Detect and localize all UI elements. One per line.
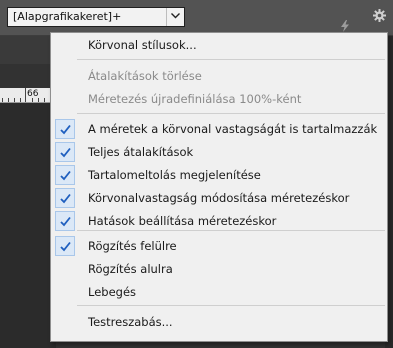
menu-item-label: Tartalomeltolás megjelenítése — [88, 168, 261, 182]
checkmark-icon — [55, 188, 75, 208]
style-options-menu: Körvonal stílusok... Átalakítások törlése… — [50, 32, 388, 342]
top-toolbar: [Alapgrafikakeret]+ — [0, 0, 393, 36]
menu-item-label: Átalakítások törlése — [88, 69, 202, 83]
menu-item-redefine-scaling: Méretezés újradefiniálása 100%-ként — [52, 88, 386, 110]
checkmark-icon — [55, 236, 75, 256]
menu-item-adjust-effects[interactable]: Hatások beállítása méretezéskor — [52, 210, 386, 232]
checkmark-icon — [55, 119, 75, 139]
lightning-icon[interactable] — [340, 20, 350, 32]
menu-item-dock-top[interactable]: Rögzítés felülre — [52, 235, 386, 257]
menu-item-label: Testreszabás... — [88, 315, 173, 329]
menu-item-label: Körvonalvastagság módosítása méretezésko… — [88, 191, 350, 205]
object-style-select[interactable]: [Alapgrafikakeret]+ — [7, 7, 185, 27]
chevron-down-icon — [171, 13, 180, 19]
menu-item-stroke-styles[interactable]: Körvonal stílusok... — [52, 34, 386, 56]
menu-item-label: Rögzítés alulra — [88, 262, 173, 276]
menu-item-label: Méretezés újradefiniálása 100%-ként — [88, 92, 302, 106]
menu-item-customize[interactable]: Testreszabás... — [52, 311, 386, 333]
menu-item-label: Teljes átalakítások — [88, 145, 194, 159]
menu-separator — [77, 113, 385, 114]
menu-item-dock-bottom[interactable]: Rögzítés alulra — [52, 258, 386, 280]
menu-item-label: Körvonal stílusok... — [88, 38, 197, 52]
menu-item-float[interactable]: Lebegés — [52, 281, 386, 303]
menu-item-dimensions-include-stroke[interactable]: A méretek a körvonal vastagságát is tart… — [52, 118, 386, 140]
checkmark-icon — [55, 142, 75, 162]
style-dropdown-button[interactable] — [166, 8, 184, 26]
menu-item-adjust-stroke-weight[interactable]: Körvonalvastagság módosítása méretezésko… — [52, 187, 386, 209]
ruler-label: 66 — [27, 89, 39, 99]
menu-item-label: Rögzítés felülre — [88, 239, 177, 253]
menu-item-label: Hatások beállítása méretezéskor — [88, 214, 277, 228]
checkmark-icon — [55, 211, 75, 231]
menu-item-clear-transforms: Átalakítások törlése — [52, 65, 386, 87]
object-style-value: [Alapgrafikakeret]+ — [13, 10, 122, 23]
menu-item-label: Lebegés — [88, 285, 137, 299]
menu-item-show-content-offset[interactable]: Tartalomeltolás megjelenítése — [52, 164, 386, 186]
menu-item-label: A méretek a körvonal vastagságát is tart… — [88, 122, 378, 136]
checkmark-icon — [55, 165, 75, 185]
horizontal-ruler: 66 — [0, 88, 56, 103]
menu-separator — [77, 59, 385, 60]
menu-item-transformations-total[interactable]: Teljes átalakítások — [52, 141, 386, 163]
document-canvas[interactable] — [0, 103, 56, 348]
menu-separator — [77, 305, 385, 306]
gear-icon[interactable] — [373, 9, 386, 22]
document-tab-strip — [0, 36, 56, 64]
